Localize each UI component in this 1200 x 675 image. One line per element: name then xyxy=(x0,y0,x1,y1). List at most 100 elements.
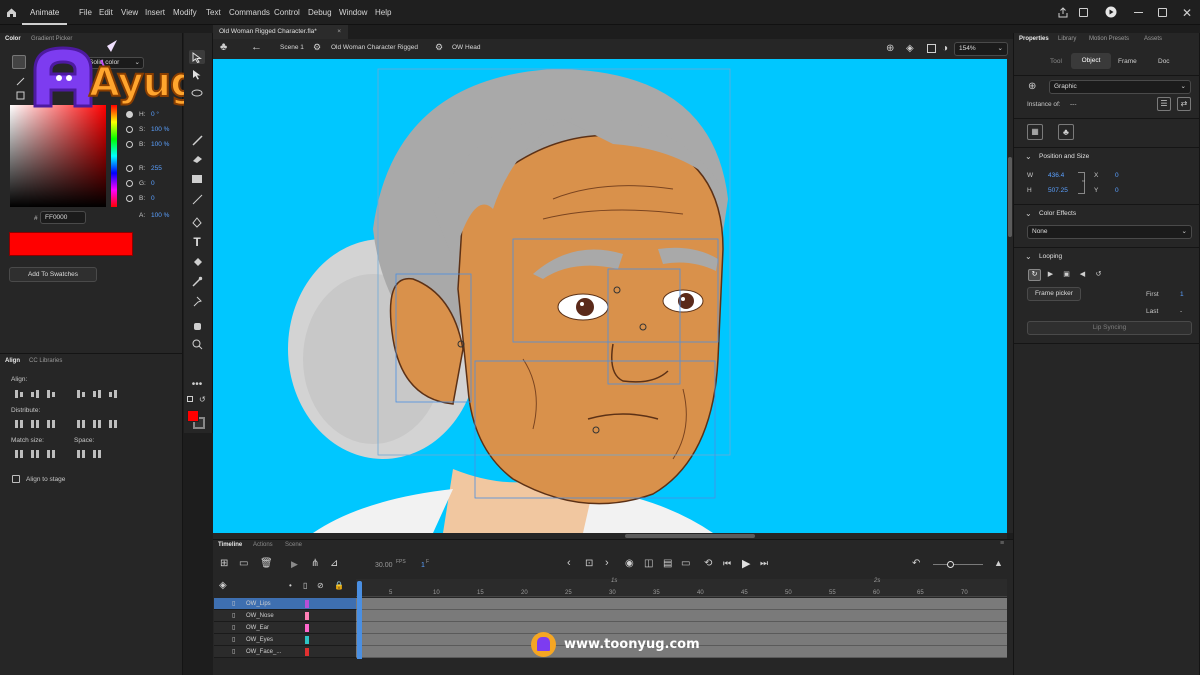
last-value[interactable]: - xyxy=(1180,308,1182,315)
single-frame-icon[interactable]: ▣ xyxy=(1060,269,1073,281)
distribute-hcenter-icon[interactable] xyxy=(90,419,104,429)
layer-color-swatch[interactable] xyxy=(305,636,309,644)
share-icon[interactable] xyxy=(1058,7,1068,20)
distribute-vcenter-icon[interactable] xyxy=(28,419,42,429)
red-value[interactable]: 255 xyxy=(151,165,162,172)
breadcrumb-scene[interactable]: Scene 1 xyxy=(280,44,304,51)
green-radio[interactable] xyxy=(126,180,133,187)
brightness-value[interactable]: 100 % xyxy=(151,141,169,148)
eraser-tool-icon[interactable] xyxy=(189,152,205,166)
more-tools-icon[interactable]: ••• xyxy=(189,377,205,391)
lip-syncing-button[interactable]: Lip Syncing xyxy=(1027,321,1192,335)
swap-instance-icon[interactable]: ⇄ xyxy=(1177,97,1191,111)
loop-playback-icon[interactable]: ⟲ xyxy=(704,558,712,569)
color-effects-title[interactable]: Color Effects xyxy=(1039,210,1076,217)
tab-actions[interactable]: Actions xyxy=(253,542,273,548)
menu-insert[interactable]: Insert xyxy=(145,0,165,25)
menu-window[interactable]: Window xyxy=(339,0,367,25)
hide-icon[interactable]: ⊘ xyxy=(317,581,324,590)
brightness-radio[interactable] xyxy=(126,141,133,148)
subselection-tool-icon[interactable] xyxy=(189,67,205,81)
add-to-swatches-button[interactable]: Add To Swatches xyxy=(9,267,97,282)
layer-row[interactable]: ▯ OW_Nose xyxy=(214,610,356,622)
pen-tool-icon[interactable] xyxy=(189,215,205,229)
match-height-icon[interactable] xyxy=(28,449,42,459)
distribute-bottom-icon[interactable] xyxy=(44,419,58,429)
hex-input[interactable]: FF0000 xyxy=(40,211,86,224)
green-value[interactable]: 0 xyxy=(151,180,155,187)
delete-layer-icon[interactable]: 🗑 xyxy=(260,558,273,569)
align-left-icon[interactable] xyxy=(12,389,26,399)
subtab-tool[interactable]: Tool xyxy=(1050,58,1062,65)
align-top-icon[interactable] xyxy=(74,389,88,399)
menu-edit[interactable]: Edit xyxy=(99,0,113,25)
distribute-right-icon[interactable] xyxy=(106,419,120,429)
play-icon[interactable]: ▶ xyxy=(742,557,750,570)
position-size-title[interactable]: Position and Size xyxy=(1039,153,1089,160)
symbol-clubs-icon[interactable]: ♣ xyxy=(1058,124,1074,140)
space-vertical-icon[interactable] xyxy=(74,449,88,459)
align-bottom-icon[interactable] xyxy=(106,389,120,399)
rectangle-tool-icon[interactable] xyxy=(189,172,205,186)
zoom-slider-thumb[interactable] xyxy=(947,561,954,568)
y-value[interactable]: 0 xyxy=(1115,187,1119,194)
red-radio[interactable] xyxy=(126,165,133,172)
snap-icon[interactable]: ◑ xyxy=(942,43,948,54)
looping-title[interactable]: Looping xyxy=(1039,253,1062,260)
swap-colors-icon[interactable]: ↺ xyxy=(199,395,206,404)
alpha-value[interactable]: 100 % xyxy=(151,212,169,219)
subtab-frame[interactable]: Frame xyxy=(1118,58,1137,65)
zoom-mountain-icon[interactable]: ▲ xyxy=(994,558,1003,568)
sync-settings-icon[interactable] xyxy=(1079,8,1088,19)
undo-icon[interactable]: ↶ xyxy=(912,558,920,569)
layers-icon[interactable]: ◈ xyxy=(219,580,227,591)
subtab-object[interactable]: Object xyxy=(1071,53,1111,69)
onion-outline-icon[interactable]: ◫ xyxy=(644,558,653,569)
graph-icon[interactable]: ⊿ xyxy=(330,558,338,569)
tab-assets[interactable]: Assets xyxy=(1144,36,1162,42)
distribute-top-icon[interactable] xyxy=(12,419,26,429)
tab-scene[interactable]: Scene xyxy=(285,542,302,548)
match-width-icon[interactable] xyxy=(12,449,26,459)
lock-icon[interactable]: 🔒 xyxy=(334,581,344,590)
fill-icon[interactable] xyxy=(16,77,25,88)
line-tool-icon[interactable] xyxy=(189,192,205,206)
menu-help[interactable]: Help xyxy=(375,0,391,25)
timeline-zoom-slider[interactable] xyxy=(933,561,983,568)
layer-frames[interactable] xyxy=(356,598,1007,610)
symbol-type-dropdown[interactable]: Graphic ⌄ xyxy=(1049,80,1191,94)
subtab-doc[interactable]: Doc xyxy=(1158,58,1170,65)
show-layer-icon[interactable]: • xyxy=(289,581,292,590)
edit-symbol-icon[interactable]: ▦ xyxy=(1027,124,1043,140)
breadcrumb-head[interactable]: OW Head xyxy=(452,44,481,51)
play-once-icon[interactable]: ▶ xyxy=(1044,269,1057,281)
layer-frames[interactable] xyxy=(356,610,1007,622)
layer-row[interactable]: ▯ OW_Face_... xyxy=(214,646,356,658)
stage[interactable] xyxy=(213,59,1007,533)
zoom-tool-icon[interactable] xyxy=(189,337,205,351)
paint-bucket-tool-icon[interactable] xyxy=(189,255,205,269)
hue-value[interactable]: 0 ° xyxy=(151,111,159,118)
close-icon[interactable]: ✕ xyxy=(1182,6,1192,20)
tab-properties[interactable]: Properties xyxy=(1019,36,1049,42)
tab-timeline[interactable]: Timeline xyxy=(218,542,242,548)
hue-slider[interactable] xyxy=(111,105,117,207)
align-hcenter-icon[interactable] xyxy=(28,389,42,399)
back-arrow-icon[interactable]: ← xyxy=(251,41,262,53)
tab-cc-libraries[interactable]: CC Libraries xyxy=(29,358,62,364)
layer-row[interactable]: ▯ OW_Eyes xyxy=(214,634,356,646)
color-effect-dropdown[interactable]: None ⌄ xyxy=(1027,225,1192,239)
fps-value[interactable]: 30.00 xyxy=(375,562,393,569)
hscrollbar-thumb[interactable] xyxy=(625,534,755,538)
menu-modify[interactable]: Modify xyxy=(173,0,197,25)
lasso-tool-icon[interactable] xyxy=(189,87,205,101)
layer-color-swatch[interactable] xyxy=(305,600,309,608)
maximize-icon[interactable] xyxy=(1158,8,1167,19)
panel-menu-icon[interactable]: ≡ xyxy=(1000,540,1004,547)
chevron-down-icon[interactable]: ⌄ xyxy=(1025,209,1032,218)
close-tab-icon[interactable]: × xyxy=(337,25,341,39)
breadcrumb-character[interactable]: Old Woman Character Rigged xyxy=(331,44,418,51)
current-frame-value[interactable]: 1 xyxy=(421,562,425,569)
menu-file[interactable]: File xyxy=(79,0,92,25)
chevron-down-icon[interactable]: ⌄ xyxy=(1025,152,1032,161)
